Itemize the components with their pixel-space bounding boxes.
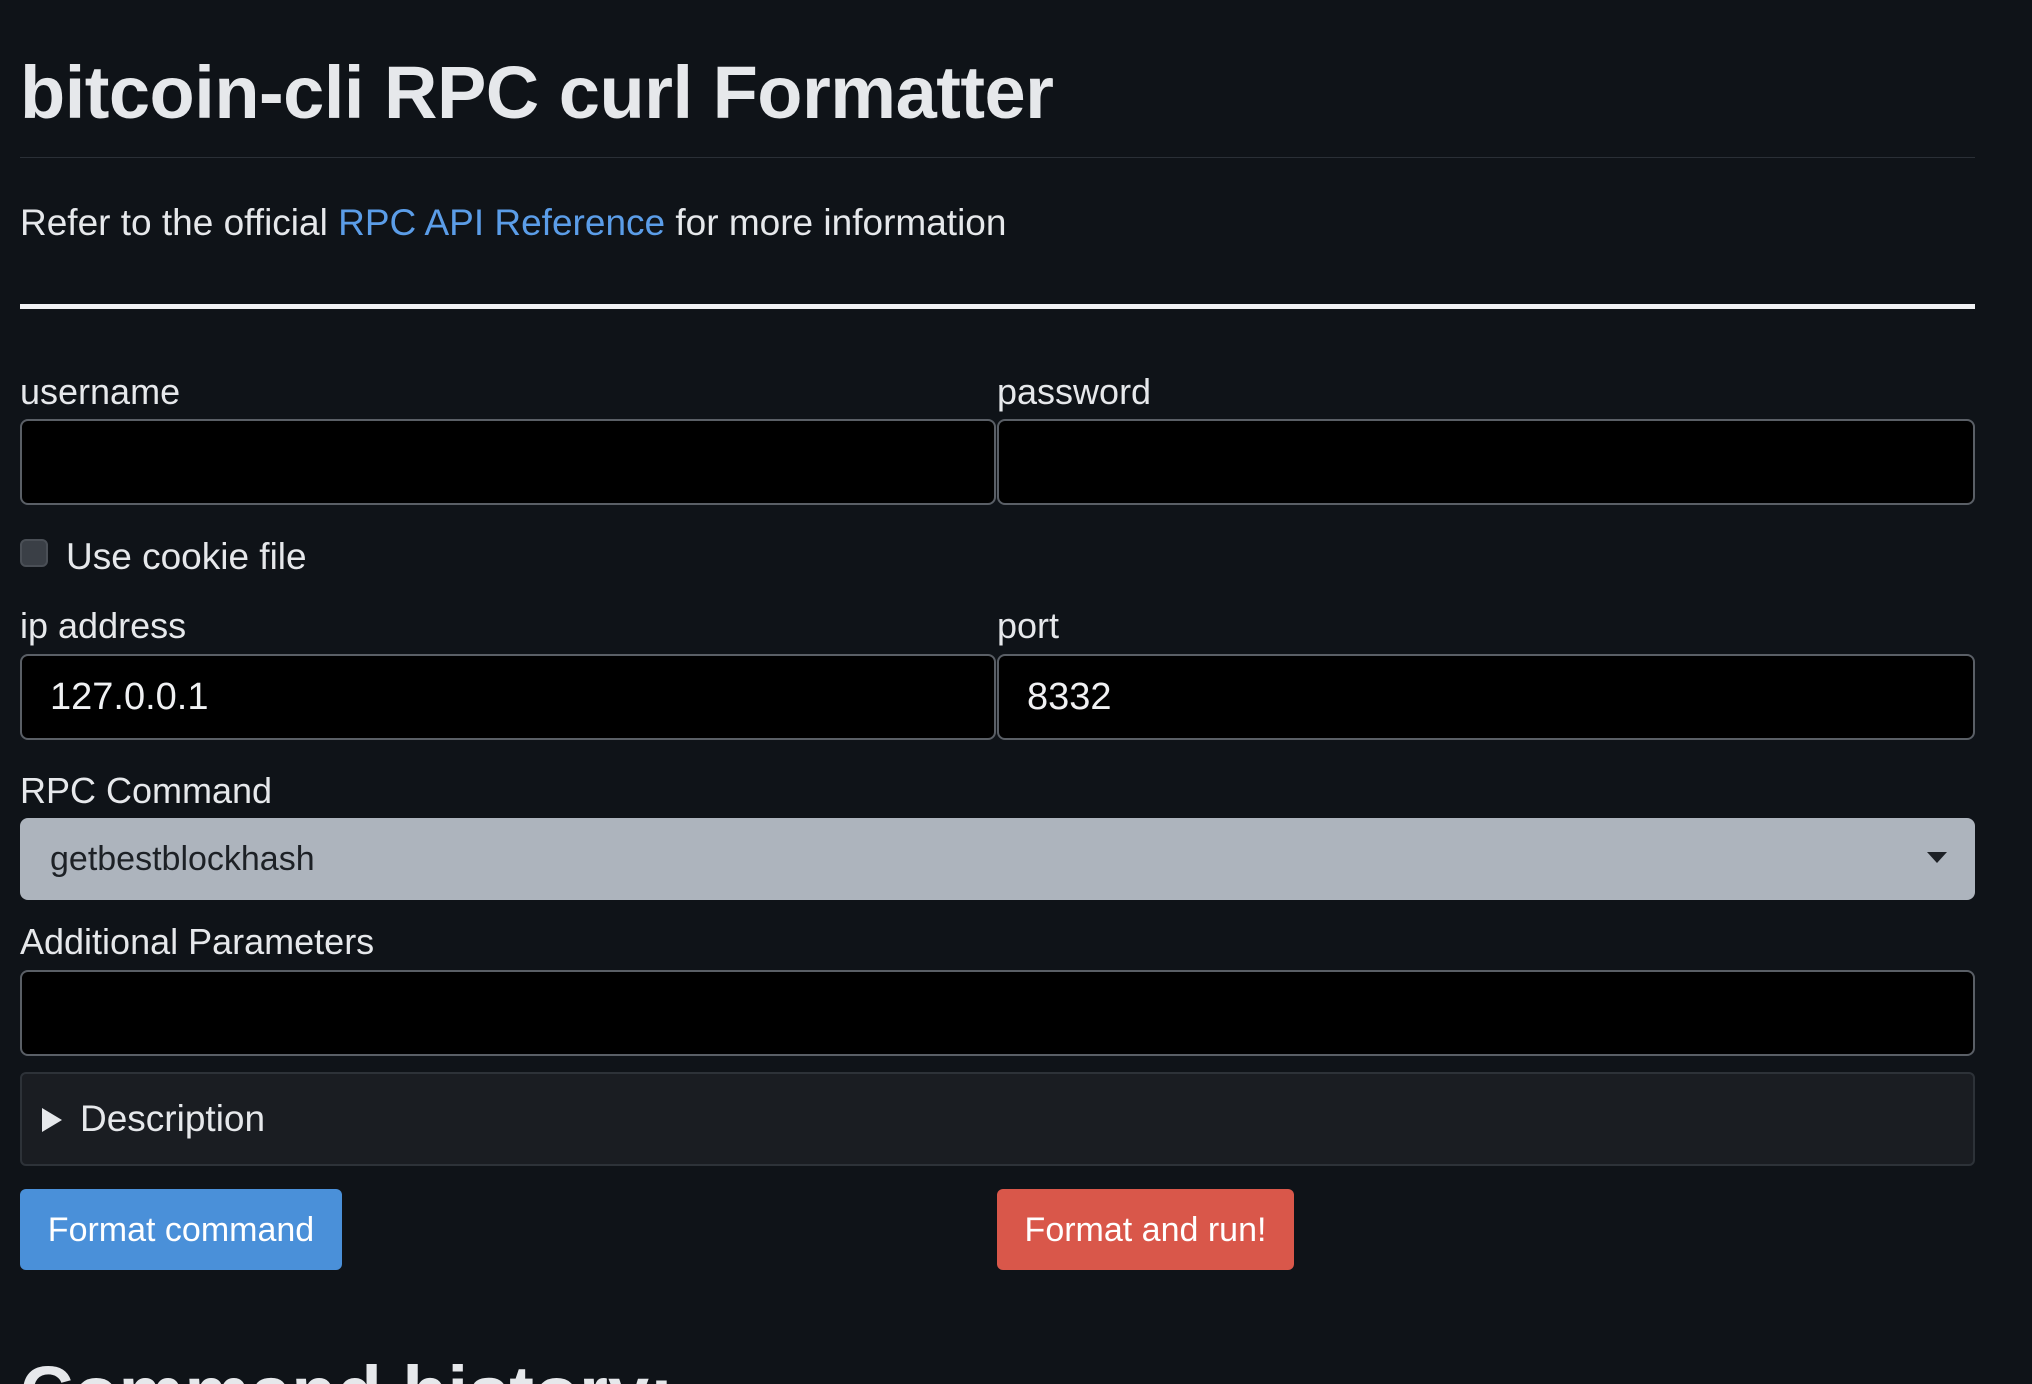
rpc-command-label: RPC Command: [20, 770, 273, 811]
description-details[interactable]: Description: [20, 1072, 1975, 1166]
page: bitcoin-cli RPC curl Formatter Refer to …: [0, 0, 2032, 1384]
use-cookie-checkbox[interactable]: [20, 539, 48, 567]
additional-parameters-input[interactable]: [20, 970, 1975, 1056]
title-divider: [20, 157, 1975, 158]
format-command-button[interactable]: Format command: [20, 1189, 342, 1270]
ip-address-input[interactable]: [20, 654, 996, 740]
section-divider: [20, 304, 1975, 309]
use-cookie-label: Use cookie file: [66, 536, 307, 577]
rpc-command-select[interactable]: getbestblockhash: [20, 818, 1975, 900]
disclosure-triangle-icon: [42, 1108, 62, 1132]
port-input[interactable]: [997, 654, 1975, 740]
chevron-down-icon: [1927, 852, 1947, 863]
ip-address-label: ip address: [20, 605, 187, 646]
port-label: port: [997, 605, 1060, 646]
intro-suffix: for more information: [665, 202, 1007, 243]
intro-text: Refer to the official RPC API Reference …: [20, 196, 1006, 250]
username-input[interactable]: [20, 419, 996, 505]
additional-parameters-label: Additional Parameters: [20, 921, 375, 962]
password-label: password: [997, 371, 1152, 412]
description-summary: Description: [80, 1098, 266, 1139]
page-title: bitcoin-cli RPC curl Formatter: [20, 51, 1054, 134]
rpc-api-reference-link[interactable]: RPC API Reference: [338, 202, 665, 243]
rpc-command-selected-value: getbestblockhash: [50, 840, 315, 878]
intro-prefix: Refer to the official: [20, 202, 339, 243]
password-input[interactable]: [997, 419, 1975, 505]
username-label: username: [20, 371, 181, 412]
format-and-run-button[interactable]: Format and run!: [997, 1189, 1294, 1270]
command-history-heading: Command history:: [20, 1348, 674, 1384]
